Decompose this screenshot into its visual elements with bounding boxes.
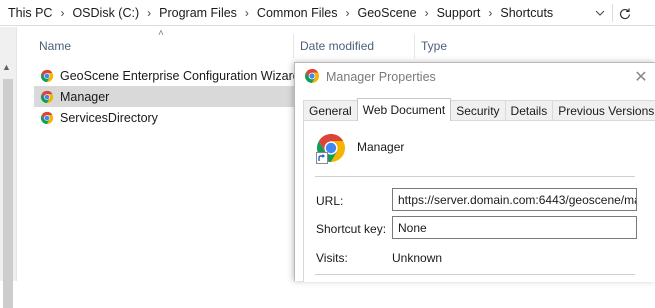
close-icon[interactable]: ✕ (629, 65, 653, 89)
url-label: URL: (316, 194, 344, 208)
divider (315, 176, 635, 177)
tab-general[interactable]: General (303, 100, 358, 121)
tab-security[interactable]: Security (450, 100, 506, 121)
list-item[interactable]: GeoScene Enterprise Configuration Wizard (34, 65, 300, 86)
breadcrumb-chevron-icon[interactable]: › (488, 7, 492, 19)
chevron-down-icon[interactable] (590, 0, 610, 26)
document-name: Manager (357, 140, 405, 154)
list-item[interactable]: ServicesDirectory (34, 107, 296, 128)
breadcrumb-program-files[interactable]: Program Files (159, 6, 237, 20)
breadcrumb-chevron-icon[interactable]: › (346, 7, 350, 19)
chrome-shortcut-icon (40, 90, 54, 104)
pane-divider (16, 27, 17, 281)
chrome-shortcut-icon (40, 111, 54, 125)
column-header-name[interactable]: Name (39, 30, 291, 62)
visits-label: Visits: (316, 251, 348, 265)
column-header-date-modified[interactable]: Date modified (300, 30, 410, 62)
properties-dialog: Manager Properties ✕ General Web Documen… (294, 62, 655, 282)
breadcrumb-chevron-icon[interactable]: › (425, 7, 429, 19)
breadcrumb-chevron-icon[interactable]: › (147, 7, 151, 19)
breadcrumb-osdisk[interactable]: OSDisk (C:) (72, 6, 139, 20)
breadcrumb-chevron-icon[interactable]: › (245, 7, 249, 19)
breadcrumb-this-pc[interactable]: This PC (8, 6, 52, 20)
tab-web-document[interactable]: Web Document (356, 98, 452, 121)
dialog-titlebar[interactable]: Manager Properties ✕ (295, 63, 655, 91)
shortcut-arrow-icon (316, 152, 328, 164)
breadcrumb-chevron-icon[interactable]: › (60, 7, 64, 19)
breadcrumb-geoscene[interactable]: GeoScene (358, 6, 417, 20)
navigation-pane-scrollbar[interactable]: ▲ (0, 27, 16, 308)
tab-details[interactable]: Details (504, 100, 554, 121)
column-divider[interactable] (293, 34, 294, 58)
breadcrumb-common-files[interactable]: Common Files (257, 6, 338, 20)
url-field[interactable]: https://server.domain.com:6443/geoscene/… (392, 188, 637, 211)
breadcrumb: This PC › OSDisk (C:) › Program Files › … (8, 0, 553, 26)
file-name: ServicesDirectory (60, 110, 158, 125)
column-header-type[interactable]: Type (421, 30, 501, 62)
divider (315, 274, 635, 275)
breadcrumb-shortcuts[interactable]: Shortcuts (500, 6, 553, 20)
scroll-up-arrow-icon[interactable]: ▲ (2, 62, 11, 72)
address-bar[interactable]: This PC › OSDisk (C:) › Program Files › … (0, 0, 655, 26)
address-bar-divider (612, 4, 613, 22)
dialog-title: Manager Properties (326, 70, 436, 84)
dialog-tabs: General Web Document Security Details Pr… (303, 98, 655, 121)
file-name: GeoScene Enterprise Configuration Wizard (60, 68, 300, 83)
tab-previous-versions[interactable]: Previous Versions (552, 100, 655, 121)
scrollbar-thumb[interactable] (3, 79, 13, 308)
chrome-icon (304, 68, 320, 84)
column-divider[interactable] (414, 34, 415, 58)
breadcrumb-support[interactable]: Support (437, 6, 481, 20)
chrome-shortcut-icon (40, 69, 54, 83)
visits-value: Unknown (392, 251, 443, 265)
file-name: Manager (60, 89, 110, 104)
shortcut-key-field[interactable]: None (392, 216, 637, 239)
refresh-icon[interactable] (614, 0, 636, 26)
shortcut-key-label: Shortcut key: (316, 222, 387, 236)
